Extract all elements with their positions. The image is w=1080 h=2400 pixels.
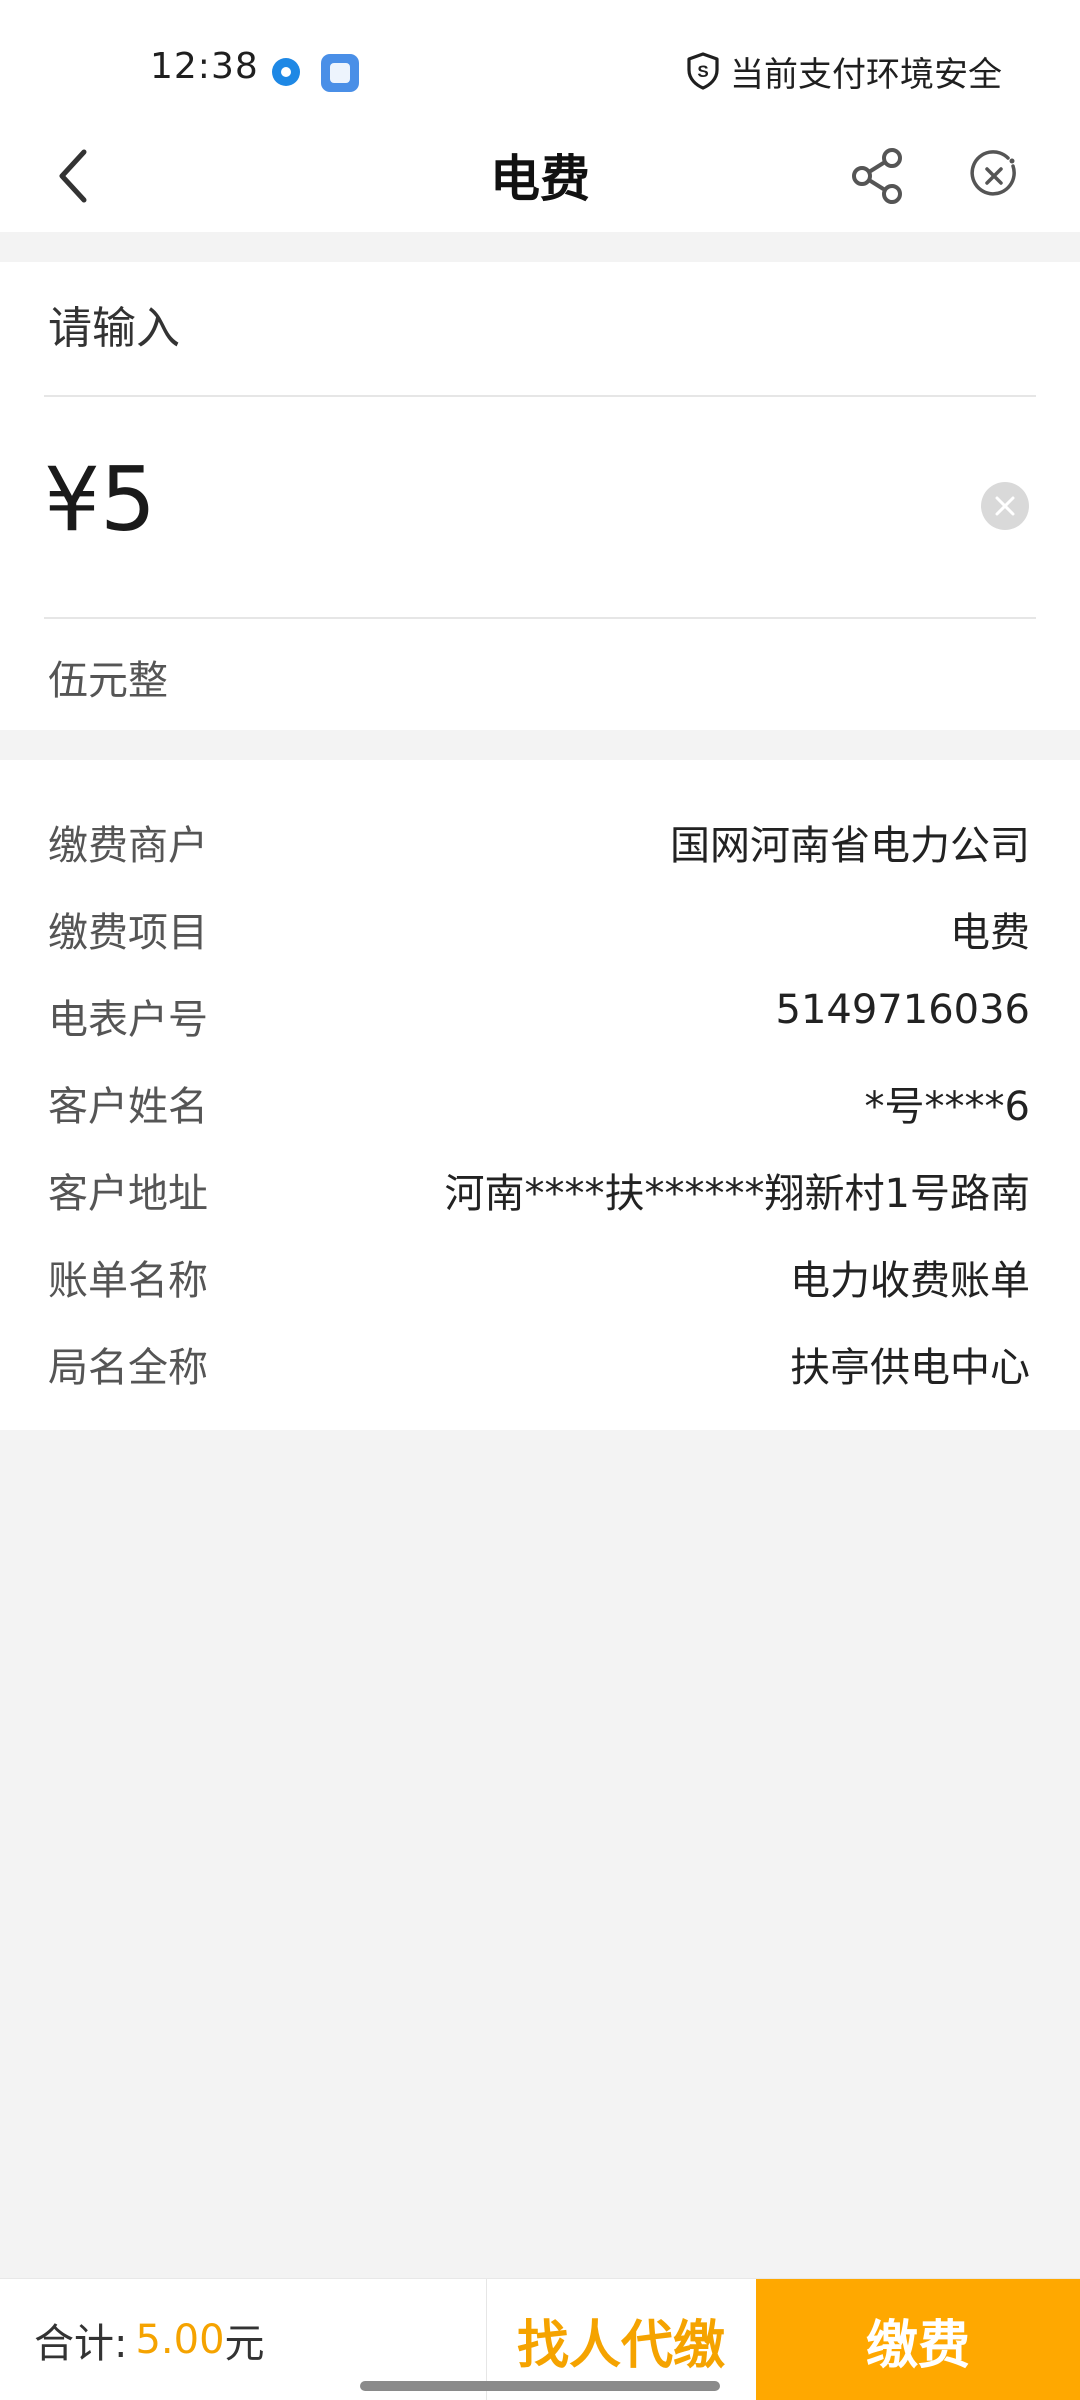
secure-indicator: S 当前支付环境安全 [686, 46, 1002, 96]
payment-page: 12:38 S 当前支付环境安全 电费 请输入 ¥5 伍元整 缴费商户 国网河南… [0, 0, 1080, 2400]
amount-input[interactable]: ¥5 [0, 396, 1080, 616]
detail-row-customer-address: 客户地址 河南****扶******翔新村1号路南 [0, 1145, 1080, 1232]
back-button[interactable] [34, 136, 114, 216]
app-window-icon [321, 54, 359, 92]
chevron-left-icon [59, 149, 87, 203]
detail-row-customer-name: 客户姓名 *号****6 [0, 1058, 1080, 1145]
total-summary: 合计: 5.00 元 [34, 2279, 265, 2400]
amount-in-words: 伍元整 [48, 658, 168, 704]
amount-input-label: 请输入 [48, 303, 180, 354]
detail-value: 国网河南省电力公司 [670, 823, 1030, 869]
close-circle-icon [970, 150, 1016, 196]
detail-row-bill-name: 账单名称 电力收费账单 [0, 1232, 1080, 1319]
record-dot-icon [272, 58, 300, 86]
detail-key: 电表户号 [48, 997, 208, 1043]
pay-button[interactable]: 缴费 [756, 2279, 1080, 2400]
total-amount: 5.00 [135, 2317, 225, 2363]
shield-s-icon: S [687, 52, 719, 90]
detail-key: 缴费项目 [48, 910, 208, 956]
detail-key: 客户姓名 [48, 1084, 208, 1130]
total-label: 合计: [34, 2321, 128, 2367]
secure-text: 当前支付环境安全 [730, 54, 1002, 95]
detail-row-office-name: 局名全称 扶亭供电中心 [0, 1319, 1080, 1406]
detail-value: *号****6 [864, 1084, 1030, 1130]
clear-icon [995, 496, 1015, 516]
clear-amount-button[interactable] [981, 482, 1029, 530]
detail-key: 客户地址 [48, 1171, 208, 1217]
status-bar: 12:38 S 当前支付环境安全 [0, 0, 1080, 118]
close-button[interactable] [954, 136, 1034, 216]
detail-row-meter-number: 电表户号 5149716036 [0, 971, 1080, 1058]
svg-text:S: S [697, 62, 708, 81]
detail-key: 缴费商户 [48, 823, 208, 869]
detail-row-item: 缴费项目 电费 [0, 884, 1080, 971]
detail-row-merchant: 缴费商户 国网河南省电力公司 [0, 797, 1080, 884]
home-indicator[interactable] [360, 2381, 720, 2391]
detail-key: 局名全称 [48, 1345, 208, 1391]
status-time: 12:38 [150, 46, 259, 87]
total-unit: 元 [224, 2321, 265, 2367]
detail-value: 5149716036 [775, 987, 1031, 1033]
detail-value: 电费 [950, 910, 1030, 956]
detail-value: 扶亭供电中心 [790, 1345, 1030, 1391]
detail-value: 电力收费账单 [790, 1258, 1030, 1304]
divider [44, 617, 1036, 619]
nav-bar: 电费 [0, 118, 1080, 232]
bill-details-card: 缴费商户 国网河南省电力公司 缴费项目 电费 电表户号 5149716036 客… [0, 760, 1080, 1430]
amount-value: ¥5 [44, 448, 156, 551]
detail-key: 账单名称 [48, 1258, 208, 1304]
page-title: 电费 [490, 150, 590, 208]
detail-value: 河南****扶******翔新村1号路南 [444, 1171, 1030, 1217]
share-icon [852, 148, 902, 204]
share-button[interactable] [838, 136, 918, 216]
amount-card: 请输入 ¥5 伍元整 [0, 262, 1080, 730]
